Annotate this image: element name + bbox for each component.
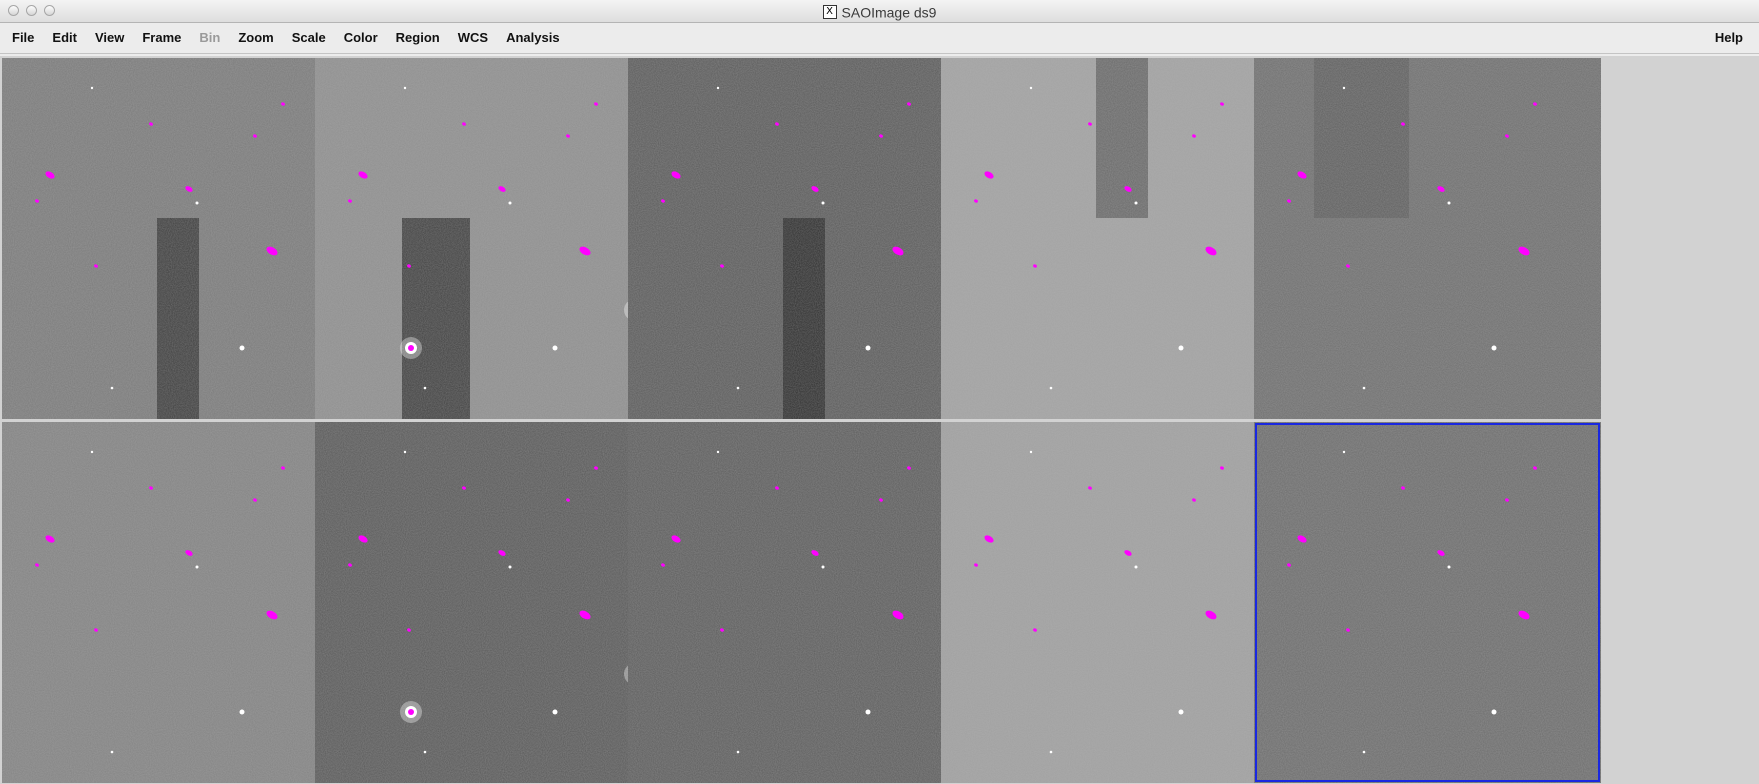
frame-9[interactable] (941, 422, 1288, 783)
menubar-left: File Edit View Frame Bin Zoom Scale Color Region… (3, 23, 569, 53)
window-title-text: SAOImage ds9 (841, 4, 937, 21)
star (1362, 750, 1366, 754)
image-noise (1254, 422, 1601, 783)
image-noise (941, 58, 1288, 419)
frame-6[interactable] (2, 422, 349, 783)
menu-help[interactable]: Help (1706, 23, 1752, 53)
star (865, 709, 871, 715)
star (90, 86, 94, 90)
menubar: File Edit View Frame Bin Zoom Scale Color Region… (0, 23, 1759, 54)
frame-2-image[interactable] (315, 58, 662, 419)
star (1447, 201, 1451, 205)
window-titlebar: X SAOImage ds9 (0, 0, 1759, 23)
star (821, 565, 825, 569)
star (508, 565, 512, 569)
star (423, 386, 427, 390)
menu-frame[interactable]: Frame (133, 23, 190, 53)
star (239, 709, 245, 715)
image-noise (1254, 58, 1601, 419)
frame-5-image[interactable] (1254, 58, 1601, 419)
menu-scale[interactable]: Scale (283, 23, 335, 53)
image-noise (628, 58, 975, 419)
frame-10-image[interactable] (1254, 422, 1601, 783)
menu-edit[interactable]: Edit (43, 23, 86, 53)
star (865, 345, 871, 351)
star (736, 386, 740, 390)
star (403, 450, 407, 454)
tile-frames-area (0, 56, 1759, 784)
star (716, 450, 720, 454)
frame-8[interactable] (628, 422, 975, 783)
star (110, 386, 114, 390)
menu-region[interactable]: Region (387, 23, 449, 53)
frame-6-image[interactable] (2, 422, 349, 783)
frame-9-image[interactable] (941, 422, 1288, 783)
frame-4-image[interactable] (941, 58, 1288, 419)
image-noise (2, 422, 349, 783)
star (423, 750, 427, 754)
star (736, 750, 740, 754)
frame-2[interactable] (315, 58, 662, 419)
star (1178, 345, 1184, 351)
menu-file[interactable]: File (3, 23, 43, 53)
menu-color[interactable]: Color (335, 23, 387, 53)
menu-view[interactable]: View (86, 23, 133, 53)
frame-3-image[interactable] (628, 58, 975, 419)
star (1178, 709, 1184, 715)
region-marker[interactable] (408, 709, 414, 715)
x11-icon: X (822, 5, 837, 20)
star (403, 86, 407, 90)
star (1342, 450, 1346, 454)
menu-bin[interactable]: Bin (190, 23, 229, 53)
star (821, 201, 825, 205)
star (1049, 750, 1053, 754)
star (1491, 345, 1497, 351)
star (195, 201, 199, 205)
star (1362, 386, 1366, 390)
star (1342, 86, 1346, 90)
star (110, 750, 114, 754)
star (552, 345, 558, 351)
image-noise (628, 422, 975, 783)
frame-1[interactable] (2, 58, 349, 419)
region-marker[interactable] (408, 345, 414, 351)
frame-4[interactable] (941, 58, 1288, 419)
frame-1-image[interactable] (2, 58, 349, 419)
star (1134, 201, 1138, 205)
star (1029, 86, 1033, 90)
frame-7[interactable] (315, 422, 662, 783)
window-title: X SAOImage ds9 (0, 3, 1759, 20)
star (195, 565, 199, 569)
frame-7-image[interactable] (315, 422, 662, 783)
frame-3[interactable] (628, 58, 975, 419)
star (1447, 565, 1451, 569)
star (1491, 709, 1497, 715)
star (1029, 450, 1033, 454)
menu-zoom[interactable]: Zoom (229, 23, 282, 53)
menu-wcs[interactable]: WCS (449, 23, 497, 53)
star (716, 86, 720, 90)
frame-8-image[interactable] (628, 422, 975, 783)
star (552, 709, 558, 715)
star (508, 201, 512, 205)
image-noise (941, 422, 1288, 783)
image-noise (2, 58, 349, 419)
star (90, 450, 94, 454)
star (1134, 565, 1138, 569)
menu-analysis[interactable]: Analysis (497, 23, 568, 53)
frame-10[interactable] (1254, 422, 1601, 783)
frame-5[interactable] (1254, 58, 1601, 419)
image-noise (315, 422, 662, 783)
image-noise (315, 58, 662, 419)
star (239, 345, 245, 351)
star (1049, 386, 1053, 390)
